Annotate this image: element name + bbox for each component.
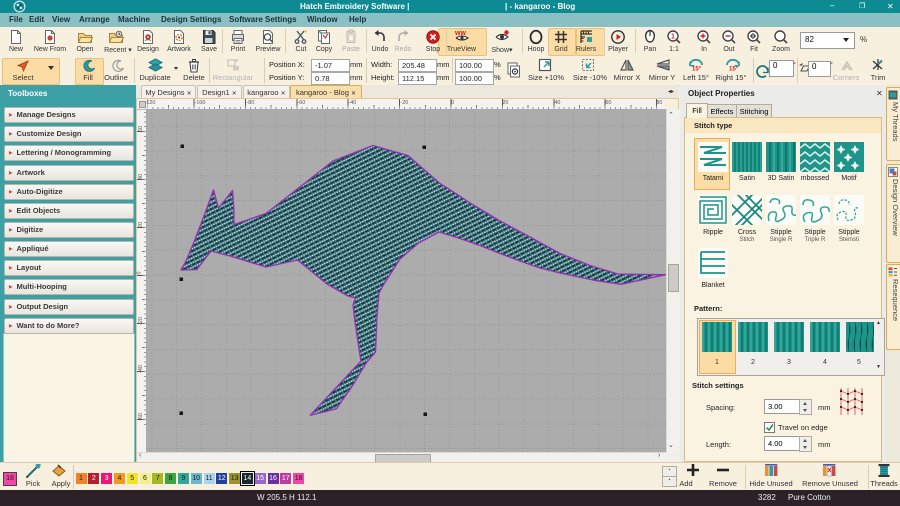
svg-text:15°: 15°: [729, 67, 739, 73]
svg-text:15°: 15°: [692, 67, 702, 73]
svg-text:1: 1: [671, 34, 675, 41]
